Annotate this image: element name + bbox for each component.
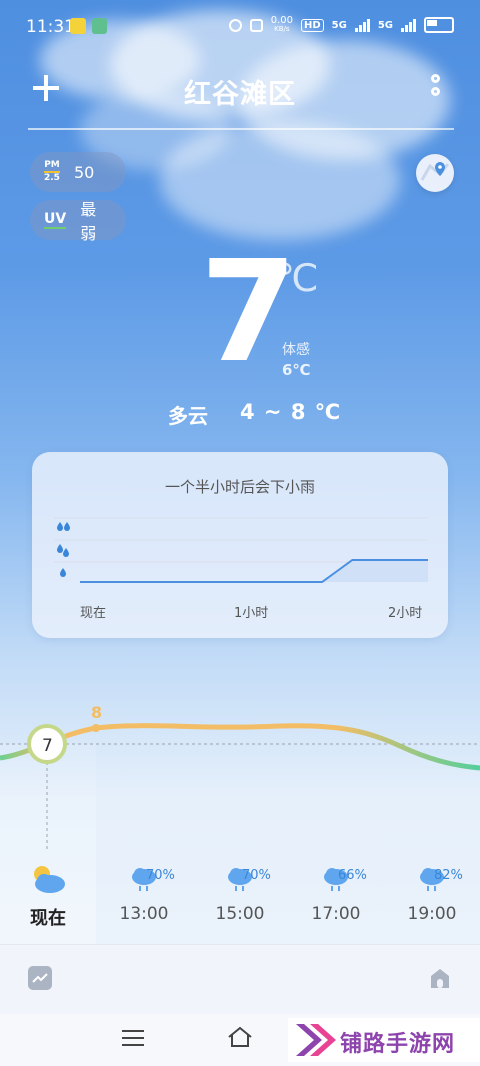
partly-cloudy-icon xyxy=(34,866,65,893)
pm25-value: 50 xyxy=(73,162,95,182)
precip-probability: 66% xyxy=(338,868,367,883)
precip-probability: 70% xyxy=(242,868,271,883)
pm-label-top: PM xyxy=(44,160,60,170)
precip-time-now: 现在 xyxy=(80,606,107,621)
bottom-toolbar xyxy=(0,944,480,1015)
more-icon xyxy=(430,74,440,83)
menu-icon xyxy=(122,1030,144,1032)
watermark-text: 铺路手游网 xyxy=(340,1032,456,1057)
temperature-range: 4 ~ 8 ℃ xyxy=(240,400,342,424)
uv-chip[interactable]: UV 最弱 xyxy=(30,200,126,243)
max-temp-label: 8 xyxy=(91,703,102,722)
system-home-button[interactable] xyxy=(227,1026,253,1048)
hourly-time: 15:00 xyxy=(215,904,265,924)
uv-value: 最弱 xyxy=(80,200,97,243)
more-button[interactable] xyxy=(424,74,446,106)
hourly-time: 19:00 xyxy=(407,904,457,924)
rain-intensity-icons xyxy=(57,522,70,577)
city-title[interactable]: 红谷滩区 xyxy=(100,72,380,111)
header-divider xyxy=(28,128,454,130)
feels-value: 6℃ xyxy=(282,361,311,379)
signal-icon xyxy=(354,18,370,32)
hourly-temperature-curve: 8 7 xyxy=(0,703,480,850)
mute-icon xyxy=(249,18,263,32)
feels-label: 体感 xyxy=(282,342,310,358)
precip-probability: 70% xyxy=(146,868,175,883)
map-pin-icon xyxy=(420,162,450,181)
precip-time-1h: 1小时 xyxy=(234,606,269,621)
map-location-button[interactable] xyxy=(416,154,454,192)
menu-icon-line xyxy=(122,1044,144,1046)
pm25-icon: PM 2.5 xyxy=(44,161,60,183)
trend-chart-icon xyxy=(32,973,48,983)
add-city-button[interactable] xyxy=(30,72,62,104)
precip-time-2h: 2小时 xyxy=(388,606,423,621)
home-outline-icon xyxy=(228,1026,252,1047)
hourly-time: 17:00 xyxy=(311,904,361,924)
signal-icon-2 xyxy=(401,18,416,32)
sim2-label: 5G xyxy=(377,19,393,31)
alarm-icon xyxy=(228,18,242,32)
status-icons: 0.00 KB/s HD 5G 5G xyxy=(228,16,454,34)
max-point xyxy=(92,724,100,732)
watermark-logo-icon xyxy=(296,1024,336,1056)
temperature-unit: ℃ xyxy=(276,256,319,300)
app-notification-icon xyxy=(70,18,86,34)
pm-label-bottom: 2.5 xyxy=(44,173,60,183)
precip-area xyxy=(80,560,428,582)
uv-icon: UV xyxy=(44,211,67,229)
status-time: 11:31 xyxy=(26,17,75,37)
home-icon xyxy=(431,969,449,988)
more-icon-dot xyxy=(430,87,440,96)
network-speed-value: 0.00 xyxy=(270,15,293,26)
battery-icon xyxy=(424,17,454,33)
hd-badge: HD xyxy=(300,18,324,32)
plus-icon xyxy=(33,75,59,101)
precip-probability: 82% xyxy=(434,868,463,883)
feels-like: 体感 6℃ xyxy=(282,340,311,381)
home-city-button[interactable] xyxy=(428,966,452,990)
hourly-time: 现在 xyxy=(30,908,66,929)
app-notification-icon-2 xyxy=(92,18,107,34)
sim1-label: 5G xyxy=(331,19,347,31)
pm25-chip[interactable]: PM 2.5 50 xyxy=(30,152,126,192)
status-bar: 11:31 0.00 KB/s HD 5G 5G xyxy=(0,0,480,54)
network-speed: 0.00 KB/s xyxy=(271,16,293,34)
hourly-time: 13:00 xyxy=(119,904,169,924)
recent-apps-button[interactable] xyxy=(122,1030,144,1046)
now-temp-label: 7 xyxy=(42,736,53,756)
trend-button[interactable] xyxy=(28,966,52,990)
network-speed-unit: KB/s xyxy=(274,25,290,33)
weather-condition: 多云 xyxy=(168,404,208,428)
menu-icon-line xyxy=(122,1037,144,1039)
precipitation-card[interactable]: 一个半小时后会下小雨 现在 1小时 2小时 xyxy=(32,452,448,638)
